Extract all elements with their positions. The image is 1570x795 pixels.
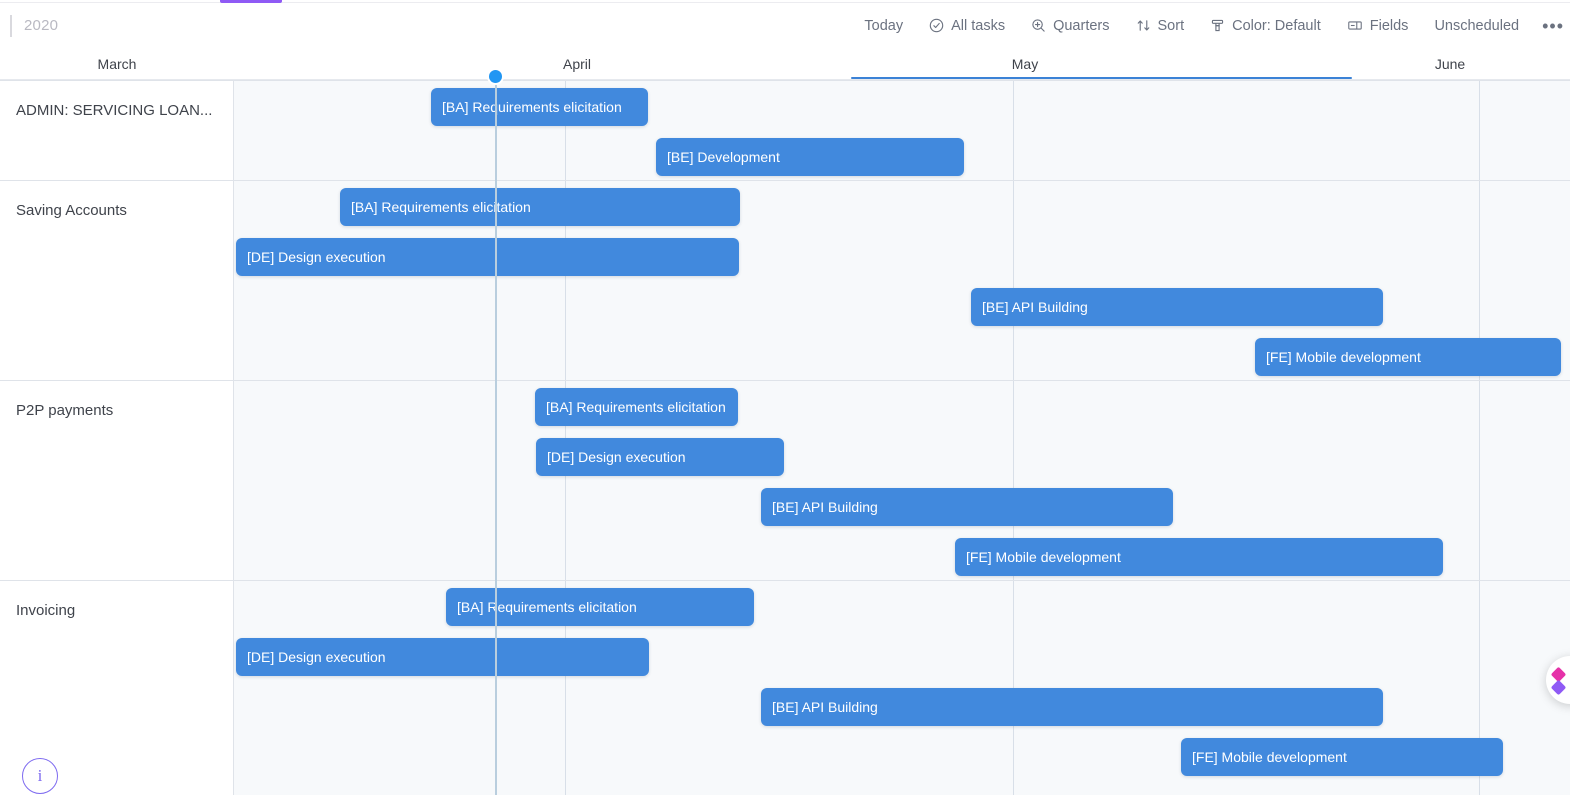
year-display: 2020: [10, 13, 58, 39]
row-separator: [0, 380, 1570, 381]
year-accent-bar: [10, 14, 12, 37]
task-bar[interactable]: [DE] Design execution: [536, 438, 784, 476]
check-circle-icon: [929, 18, 944, 33]
toolbar-unscheduled-label: Unscheduled: [1434, 17, 1520, 34]
fields-icon: [1347, 18, 1363, 33]
toolbar-quarters-button[interactable]: Quarters: [1018, 12, 1122, 40]
task-bar[interactable]: [BE] API Building: [761, 688, 1383, 726]
paint-bucket-icon: [1210, 18, 1225, 33]
widget-shape-purple-icon: [1550, 679, 1567, 696]
task-bar-label: [BA] Requirements elicitation: [457, 599, 637, 615]
task-bar-label: [BE] Development: [667, 149, 780, 165]
task-bar-label: [DE] Design execution: [247, 649, 386, 665]
toolbar-all-tasks-button[interactable]: All tasks: [916, 12, 1018, 40]
task-bar-label: [DE] Design execution: [247, 249, 386, 265]
toolbar-overflow-menu-icon[interactable]: •••: [1532, 16, 1568, 36]
toolbar-color-label: Color: Default: [1232, 17, 1321, 34]
today-marker-dot[interactable]: [489, 70, 502, 83]
task-bar[interactable]: [FE] Mobile development: [955, 538, 1443, 576]
timeline-progress-line: [851, 76, 1352, 79]
task-bar-label: [BE] API Building: [772, 499, 878, 515]
year-label: 2020: [24, 17, 59, 34]
today-line: [495, 75, 497, 795]
toolbar-unscheduled-button[interactable]: Unscheduled: [1421, 12, 1532, 40]
gantt-app: 2020 Today All tasks Quarters Sort Color…: [0, 0, 1570, 795]
row-label-1[interactable]: Saving Accounts: [16, 202, 127, 219]
zoom-in-icon: [1031, 18, 1046, 33]
row-separator: [0, 180, 1570, 181]
task-bar[interactable]: [BA] Requirements elicitation: [535, 388, 738, 426]
toolbar-sort-button[interactable]: Sort: [1123, 12, 1198, 40]
task-bar[interactable]: [FE] Mobile development: [1181, 738, 1503, 776]
row-label-column-border: [233, 80, 234, 795]
timeline-month-header: March April May June: [0, 48, 1570, 80]
toolbar-quarters-label: Quarters: [1053, 17, 1110, 34]
row-separator: [0, 580, 1570, 581]
row-label-2[interactable]: P2P payments: [16, 402, 113, 419]
task-bar-label: [FE] Mobile development: [966, 549, 1121, 565]
toolbar-today-label: Today: [864, 17, 904, 34]
task-bar-label: [DE] Design execution: [547, 449, 686, 465]
toolbar-color-button[interactable]: Color: Default: [1197, 12, 1334, 40]
task-bar[interactable]: [BA] Requirements elicitation: [340, 188, 740, 226]
toolbar-sort-label: Sort: [1157, 17, 1185, 34]
month-label-march: March: [97, 56, 137, 72]
task-bar-label: [BA] Requirements elicitation: [546, 399, 726, 415]
row-label-0[interactable]: ADMIN: SERVICING LOAN...: [16, 102, 212, 119]
gantt-body: ADMIN: SERVICING LOAN... [BA] Requirement…: [0, 75, 1570, 795]
task-bar[interactable]: [DE] Design execution: [236, 238, 739, 276]
task-bar[interactable]: [BA] Requirements elicitation: [446, 588, 754, 626]
task-bar-label: [FE] Mobile development: [1192, 749, 1347, 765]
row-label-3[interactable]: Invoicing: [16, 602, 75, 619]
task-bar[interactable]: [BE] API Building: [971, 288, 1383, 326]
task-bar-label: [BE] API Building: [982, 299, 1088, 315]
info-icon[interactable]: i: [22, 758, 58, 794]
task-bar[interactable]: [FE] Mobile development: [1255, 338, 1561, 376]
toolbar-items: Today All tasks Quarters Sort Color: Def…: [851, 12, 1570, 40]
row-separator: [0, 80, 1570, 81]
task-bar-label: [BA] Requirements elicitation: [442, 99, 622, 115]
task-bar[interactable]: [BA] Requirements elicitation: [431, 88, 648, 126]
sort-arrows-icon: [1136, 18, 1151, 33]
month-label-april: April: [562, 56, 591, 72]
toolbar-fields-label: Fields: [1369, 17, 1409, 34]
task-bar-label: [FE] Mobile development: [1266, 349, 1421, 365]
gridline-3: [1479, 80, 1480, 795]
task-bar[interactable]: [DE] Design execution: [236, 638, 649, 676]
toolbar-all-tasks-label: All tasks: [951, 17, 1006, 34]
toolbar-fields-button[interactable]: Fields: [1334, 12, 1422, 40]
task-bar[interactable]: [BE] Development: [656, 138, 964, 176]
toolbar: 2020 Today All tasks Quarters Sort Color…: [0, 3, 1570, 48]
task-bar-label: [BE] API Building: [772, 699, 878, 715]
gantt-row-label-column: [0, 80, 234, 795]
toolbar-today-button[interactable]: Today: [851, 12, 916, 40]
task-bar[interactable]: [BE] API Building: [761, 488, 1173, 526]
task-bar-label: [BA] Requirements elicitation: [351, 199, 531, 215]
month-label-june: June: [1434, 56, 1466, 72]
month-label-may: May: [1011, 56, 1039, 72]
